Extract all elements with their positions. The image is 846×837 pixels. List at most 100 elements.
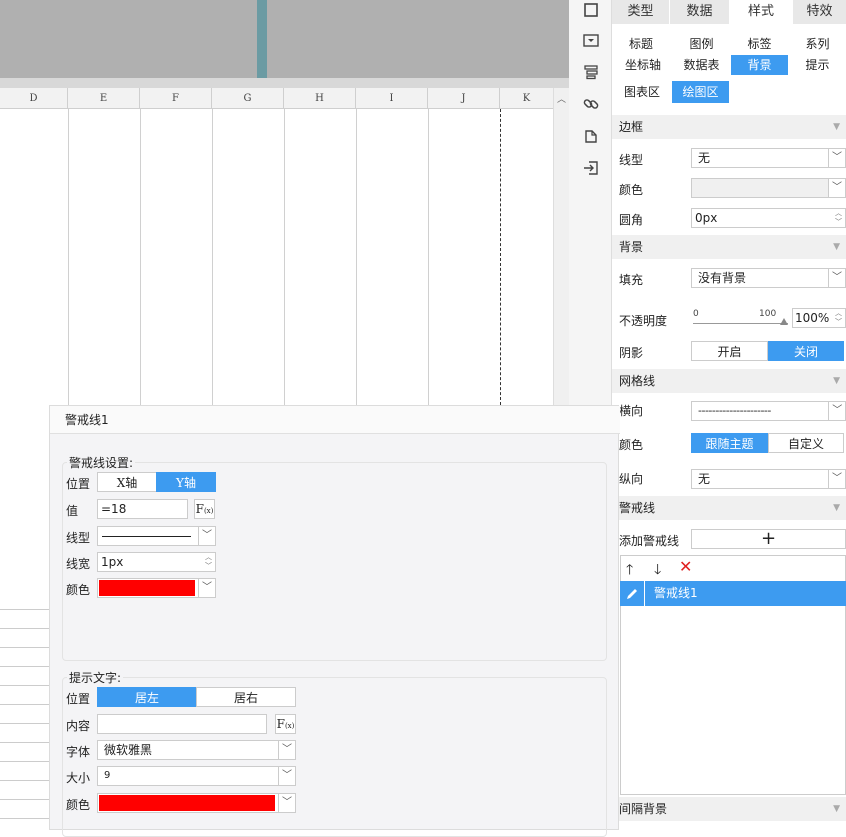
border-linetype-select[interactable]: 无 ﹀ bbox=[691, 148, 846, 168]
square-icon[interactable] bbox=[569, 0, 612, 26]
select-value: 没有背景 bbox=[698, 271, 747, 285]
color-label: 颜色 bbox=[619, 183, 644, 197]
row-line bbox=[0, 647, 50, 648]
select-value: 无 bbox=[698, 151, 711, 165]
select-value: 无 bbox=[698, 472, 711, 486]
alert-linewidth-input[interactable]: 1px ︿ ﹀ bbox=[97, 552, 216, 572]
subtab-datatable[interactable]: 数据表 bbox=[673, 55, 730, 75]
tip-formula-button[interactable]: F(x) bbox=[275, 714, 296, 734]
horizontal-grid-select[interactable]: --------------------- ﹀ bbox=[691, 401, 846, 421]
tab-type[interactable]: 类型 bbox=[612, 0, 669, 24]
fill-select[interactable]: 没有背景 ﹀ bbox=[691, 268, 846, 288]
section-interval-background[interactable]: 间隔背景 ▼ bbox=[612, 797, 846, 821]
section-background[interactable]: 背景 ▼ bbox=[612, 235, 846, 259]
y-axis-toggle[interactable]: Y轴 bbox=[156, 472, 216, 492]
subtab-tooltip[interactable]: 提示 bbox=[789, 55, 846, 75]
grid-line bbox=[356, 109, 357, 405]
select-value: 9 bbox=[104, 770, 111, 781]
subtab-label[interactable]: 标签 bbox=[731, 34, 788, 54]
tab-style[interactable]: 样式 bbox=[730, 0, 792, 24]
chevron-down-icon[interactable]: ﹀ bbox=[828, 402, 845, 420]
subtab-legend[interactable]: 图例 bbox=[673, 34, 730, 54]
subtab-title[interactable]: 标题 bbox=[614, 34, 668, 54]
delete-icon[interactable]: ✕ bbox=[679, 557, 692, 576]
chevron-down-icon[interactable]: ﹀ bbox=[198, 579, 215, 597]
pencil-icon[interactable] bbox=[620, 581, 645, 606]
move-up-icon[interactable]: 🡑 bbox=[626, 559, 633, 583]
chevron-down-icon[interactable]: ﹀ bbox=[278, 767, 295, 785]
chart-preview-area bbox=[0, 0, 569, 78]
rotate-icon[interactable] bbox=[569, 120, 612, 152]
dialog-title: 警戒线1 bbox=[50, 406, 620, 434]
spinner-icon[interactable]: ︿ ﹀ bbox=[832, 309, 845, 327]
column-header-d[interactable]: D bbox=[0, 88, 68, 109]
subtab-plot-area[interactable]: 绘图区 bbox=[672, 81, 729, 103]
scroll-up-icon[interactable]: ︿ bbox=[557, 92, 566, 105]
grid-color-custom-toggle[interactable]: 自定义 bbox=[768, 433, 844, 453]
subtab-axis[interactable]: 坐标轴 bbox=[614, 55, 672, 75]
color-swatch bbox=[99, 580, 195, 596]
formula-label: F bbox=[276, 717, 285, 731]
alert-line-item[interactable]: 警戒线1 bbox=[620, 581, 846, 606]
grid-line bbox=[284, 109, 285, 405]
row-line bbox=[0, 666, 50, 667]
alert-linetype-select[interactable]: ﹀ bbox=[97, 526, 216, 546]
spinner-icon[interactable]: ︿ ﹀ bbox=[832, 209, 845, 227]
column-header-k[interactable]: K bbox=[500, 88, 553, 109]
horizontal-label: 横向 bbox=[619, 404, 644, 418]
import-icon[interactable] bbox=[569, 152, 612, 184]
spinner-icon[interactable]: ︿ ﹀ bbox=[202, 553, 215, 571]
chevron-down-icon[interactable]: ﹀ bbox=[278, 741, 295, 759]
chevron-down-icon[interactable]: ﹀ bbox=[198, 527, 215, 545]
tip-left-toggle[interactable]: 居左 bbox=[97, 687, 197, 707]
subtab-background[interactable]: 背景 bbox=[731, 55, 788, 75]
tip-size-select[interactable]: 9 ﹀ bbox=[97, 766, 296, 786]
opacity-input[interactable]: 100% ︿ ﹀ bbox=[792, 308, 846, 328]
section-border[interactable]: 边框 ▼ bbox=[612, 115, 846, 139]
column-header-g[interactable]: G bbox=[212, 88, 284, 109]
column-header-h[interactable]: H bbox=[284, 88, 356, 109]
formula-button[interactable]: F(x) bbox=[194, 499, 215, 519]
shadow-off-toggle[interactable]: 关闭 bbox=[768, 341, 844, 361]
opacity-slider-track[interactable] bbox=[693, 323, 788, 324]
grid-color-theme-toggle[interactable]: 跟随主题 bbox=[691, 433, 768, 453]
tab-data[interactable]: 数据 bbox=[670, 0, 729, 24]
border-color-picker[interactable]: ﹀ bbox=[691, 178, 846, 198]
column-header-f[interactable]: F bbox=[140, 88, 212, 109]
move-down-icon[interactable]: 🡓 bbox=[654, 559, 661, 583]
chevron-down-icon[interactable]: ﹀ bbox=[828, 179, 845, 197]
alert-line-dialog: 警戒线1 警戒线设置: 位置 X轴 Y轴 值 =18 F(x) 线型 ﹀ 线宽 … bbox=[49, 405, 620, 837]
dropdown-icon[interactable] bbox=[569, 25, 612, 57]
vertical-label: 纵向 bbox=[619, 472, 644, 486]
link-icon[interactable] bbox=[569, 88, 612, 120]
opacity-slider-handle[interactable] bbox=[780, 318, 788, 325]
chevron-down-icon[interactable]: ﹀ bbox=[828, 149, 845, 167]
add-alert-button[interactable]: + bbox=[691, 529, 846, 549]
tip-font-select[interactable]: 微软雅黑 ﹀ bbox=[97, 740, 296, 760]
tip-color-picker[interactable]: ﹀ bbox=[97, 793, 296, 813]
grid-color-label: 颜色 bbox=[619, 438, 644, 452]
section-gridlines[interactable]: 网格线 ▼ bbox=[612, 369, 846, 393]
chevron-down-icon[interactable]: ﹀ bbox=[828, 470, 845, 488]
alert-settings-group-title: 警戒线设置: bbox=[67, 454, 136, 471]
section-alert-line[interactable]: 警戒线 ▼ bbox=[612, 496, 846, 520]
tab-effects[interactable]: 特效 bbox=[793, 0, 846, 24]
row-line bbox=[0, 704, 50, 705]
alert-color-picker[interactable]: ﹀ bbox=[97, 578, 216, 598]
stack-icon[interactable] bbox=[569, 56, 612, 88]
alert-value-input[interactable]: =18 bbox=[97, 499, 188, 519]
border-radius-input[interactable]: 0px ︿ ﹀ bbox=[691, 208, 846, 228]
tip-content-input[interactable] bbox=[97, 714, 267, 734]
subtab-chart-area[interactable]: 图表区 bbox=[614, 81, 670, 103]
chevron-down-icon[interactable]: ﹀ bbox=[828, 269, 845, 287]
vertical-grid-select[interactable]: 无 ﹀ bbox=[691, 469, 846, 489]
x-axis-toggle[interactable]: X轴 bbox=[97, 472, 157, 492]
column-header-e[interactable]: E bbox=[68, 88, 140, 109]
chevron-down-icon: ▼ bbox=[833, 122, 840, 132]
tip-right-toggle[interactable]: 居右 bbox=[196, 687, 296, 707]
subtab-series[interactable]: 系列 bbox=[789, 34, 846, 54]
column-header-j[interactable]: J bbox=[428, 88, 500, 109]
column-header-i[interactable]: I bbox=[356, 88, 428, 109]
shadow-on-toggle[interactable]: 开启 bbox=[691, 341, 768, 361]
chevron-down-icon[interactable]: ﹀ bbox=[278, 794, 295, 812]
